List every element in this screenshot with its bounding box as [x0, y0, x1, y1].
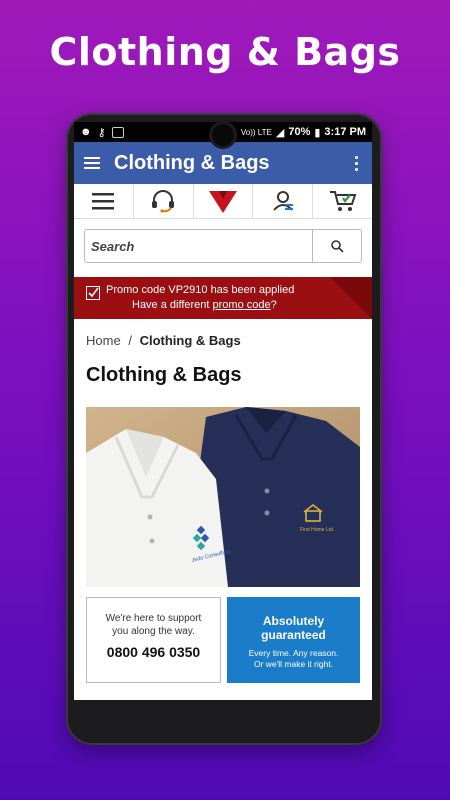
promo-change-line: Have a different promo code?: [132, 299, 277, 311]
breadcrumb-current: Clothing & Bags: [139, 333, 241, 348]
promo-suffix: ?: [270, 299, 277, 311]
mail-icon: [111, 126, 124, 138]
account-icon[interactable]: [253, 184, 314, 218]
hero-image[interactable]: First Home Ltd. Jedo Consulting: [86, 407, 360, 587]
quick-icon-row: [74, 184, 372, 219]
menu-icon[interactable]: [74, 184, 134, 218]
support-line-2: you along the way.: [112, 626, 195, 637]
signal-icon: ◢: [275, 126, 285, 139]
promo-prefix: Have a different: [132, 299, 213, 311]
guarantee-title-2: guaranteed: [261, 628, 326, 642]
search-button[interactable]: [312, 230, 361, 262]
guarantee-sub-2: Or we'll make it right.: [253, 659, 334, 669]
info-cards: We're here to support you along the way.…: [86, 597, 360, 683]
support-line-1: We're here to support: [105, 613, 202, 624]
headset-icon[interactable]: [134, 184, 194, 218]
overflow-menu-icon[interactable]: [351, 155, 362, 171]
page-title: Clothing & Bags: [86, 364, 242, 386]
promo-code-link[interactable]: promo code: [213, 299, 271, 311]
support-card[interactable]: We're here to support you along the way.…: [86, 597, 221, 683]
support-phone[interactable]: 0800 496 0350: [87, 644, 220, 660]
breadcrumb-home[interactable]: Home: [86, 333, 121, 348]
navy-shirt-logo-text: First Home Ltd.: [300, 527, 334, 533]
promo-applied-text: Promo code VP2910 has been applied: [106, 284, 295, 296]
search-input[interactable]: [85, 230, 312, 262]
guarantee-card[interactable]: Absolutely guaranteed Every time. Any re…: [227, 597, 360, 683]
camera-icon: [212, 124, 234, 146]
breadcrumb: Home / Clothing & Bags: [74, 319, 372, 348]
guarantee-sub-1: Every time. Any reason.: [248, 648, 339, 658]
breadcrumb-separator: /: [128, 333, 132, 348]
brand-logo-icon[interactable]: [194, 184, 254, 218]
clock: 3:17 PM: [324, 126, 366, 138]
promo-banner: Promo code VP2910 has been applied Have …: [74, 277, 372, 319]
notification-icon: ☻: [80, 126, 92, 138]
battery-percent: 70%: [288, 126, 311, 138]
banner-title: Clothing & Bags: [49, 30, 401, 74]
checkbox-icon: [86, 286, 100, 300]
guarantee-title-1: Absolutely: [262, 614, 325, 628]
key-icon: ⚷: [97, 126, 106, 139]
cart-icon[interactable]: [313, 184, 372, 218]
search-icon: [331, 240, 344, 253]
battery-icon: ▮: [314, 126, 321, 139]
app-bar-title: Clothing & Bags: [114, 151, 270, 174]
network-label: Vo)) LTE: [240, 127, 272, 137]
app-bar: Clothing & Bags: [74, 142, 372, 184]
app-screen: ☻ ⚷ Vo)) LTE ◢ 70% ▮ 3:17 PM Clothing & …: [74, 122, 372, 700]
search-bar: [74, 219, 372, 269]
hamburger-menu-icon[interactable]: [84, 154, 100, 172]
